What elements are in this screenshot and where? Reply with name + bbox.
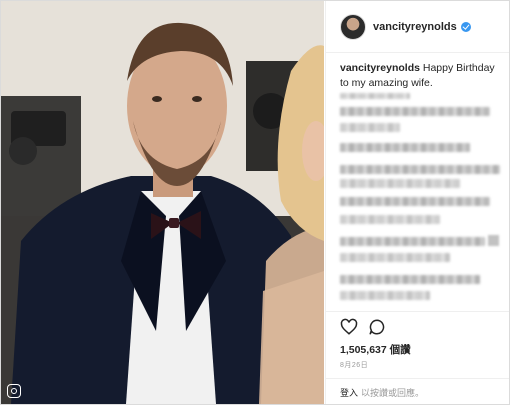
heart-icon[interactable] bbox=[340, 318, 358, 336]
caption-username[interactable]: vancityreynolds bbox=[340, 62, 420, 74]
blurred-emoji bbox=[488, 235, 499, 246]
post-photo[interactable] bbox=[1, 1, 324, 404]
blurred-comment bbox=[340, 291, 430, 300]
username[interactable]: vancityreynolds bbox=[373, 21, 457, 33]
blurred-comment bbox=[340, 165, 500, 174]
blurred-comment bbox=[340, 143, 470, 152]
action-icons bbox=[340, 318, 386, 336]
post-actions: 1,505,637 個讚 8月26日 登入 以按讚或回應。 bbox=[326, 311, 509, 404]
post-caption: vancityreynolds Happy Birthday to my ama… bbox=[340, 61, 504, 91]
like-count[interactable]: 1,505,637 個讚 bbox=[340, 342, 411, 357]
post-date[interactable]: 8月26日 bbox=[340, 360, 368, 370]
login-prompt-text: 以按讚或回應。 bbox=[361, 388, 425, 398]
blurred-comment bbox=[340, 93, 410, 99]
instagram-post-embed: vancityreynolds vancityreynolds Happy Bi… bbox=[0, 0, 510, 405]
blurred-comment bbox=[340, 237, 485, 246]
post-header: vancityreynolds bbox=[326, 1, 509, 53]
post-side-panel: vancityreynolds vancityreynolds Happy Bi… bbox=[325, 1, 509, 404]
photo-illustration bbox=[1, 1, 324, 404]
avatar[interactable] bbox=[340, 13, 366, 40]
blurred-comment bbox=[340, 107, 490, 116]
blurred-comment bbox=[340, 179, 460, 188]
login-prompt: 登入 以按讚或回應。 bbox=[326, 378, 509, 404]
blurred-comment bbox=[340, 275, 480, 284]
instagram-glyph-icon bbox=[7, 384, 21, 398]
blurred-comment bbox=[340, 253, 450, 262]
login-link[interactable]: 登入 bbox=[340, 386, 358, 399]
comment-bubble-icon[interactable] bbox=[368, 318, 386, 336]
blurred-comment bbox=[340, 197, 490, 206]
blurred-comment bbox=[340, 123, 400, 132]
verified-badge-icon bbox=[460, 21, 471, 32]
blurred-comment bbox=[340, 215, 440, 224]
comments-list-blurred bbox=[340, 93, 504, 319]
